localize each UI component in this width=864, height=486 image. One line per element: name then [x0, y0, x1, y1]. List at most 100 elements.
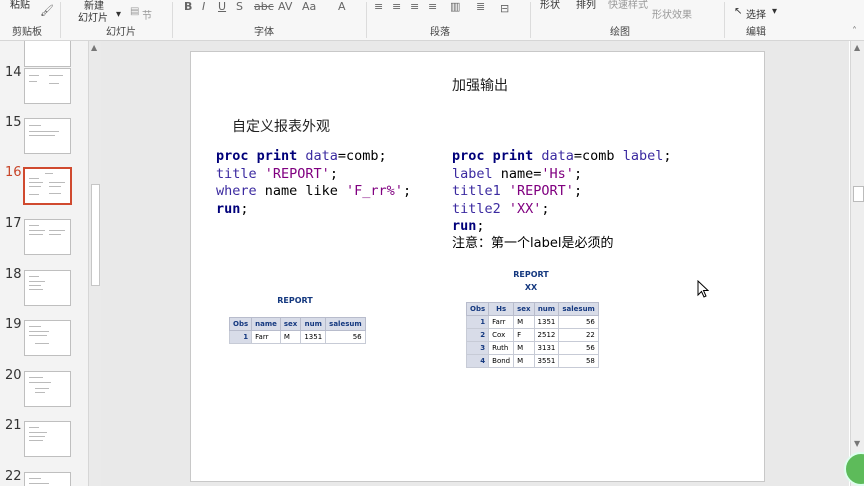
column-header: salesum — [325, 317, 366, 331]
table-cell: 56 — [558, 315, 599, 329]
italic-button[interactable]: I — [202, 0, 205, 13]
code-string: 'Hs' — [541, 165, 574, 182]
collapse-ribbon-icon[interactable]: ˄ — [852, 26, 857, 37]
column-header: Obs — [465, 302, 490, 316]
section-icon[interactable]: ▤ — [130, 6, 139, 17]
code-string: 'XX' — [508, 200, 542, 217]
code-token: =comb; — [337, 148, 387, 164]
scroll-up-icon[interactable]: ▲ — [91, 43, 97, 52]
code-token: title1 — [452, 183, 509, 199]
obs-cell: 1 — [228, 330, 253, 344]
report2-title1: REPORT — [513, 270, 549, 279]
shadow-button[interactable]: S — [236, 0, 243, 13]
column-header: num — [533, 302, 560, 316]
slide-thumbnail-14[interactable] — [24, 68, 71, 104]
code-token: ; — [541, 200, 550, 217]
slide-scrollbar[interactable]: ▲ ▼ — [850, 41, 864, 486]
code-token: label — [452, 165, 493, 182]
slide-number: 14 — [5, 65, 22, 80]
slide-thumbnail-16-active[interactable] — [23, 167, 72, 205]
table-cell: 1351 — [300, 330, 327, 344]
align-right-icon[interactable]: ≡ — [410, 0, 419, 13]
slide-thumbnail-19[interactable] — [24, 320, 71, 356]
slide-subtitle[interactable]: 自定义报表外观 — [232, 116, 330, 136]
slide-thumbnail[interactable] — [24, 41, 71, 67]
columns-icon[interactable]: ▥ — [450, 0, 460, 13]
slide-number: 19 — [5, 317, 22, 332]
slide-thumbnail-18[interactable] — [24, 270, 71, 306]
table-cell: Bond — [488, 354, 515, 368]
code-token: title — [216, 165, 265, 182]
new-slide-button[interactable]: 幻灯片 — [78, 9, 108, 24]
obs-cell: 2 — [465, 328, 490, 342]
editing-group: ↖ 选择 ▾ 编辑 — [726, 0, 806, 40]
chevron-down-icon[interactable]: ▾ — [116, 9, 121, 20]
table-row: 3 Ruth M 3131 56 — [465, 341, 599, 355]
mouse-pointer-icon — [697, 280, 709, 298]
change-case-button[interactable]: Aa — [302, 0, 316, 13]
column-header: num — [300, 317, 327, 331]
scroll-down-icon[interactable]: ▼ — [854, 439, 860, 448]
cursor-select-icon[interactable]: ↖ — [734, 6, 742, 17]
slide-note[interactable]: 注意：第一个label是必须的 — [452, 232, 613, 251]
thumbnails-scrollbar[interactable]: ▲ — [88, 41, 101, 486]
shape-effects-button[interactable]: 形状效果 — [652, 6, 692, 21]
slides-group: 新建 幻灯片 ▾ ▤ 节 幻灯片 — [62, 0, 172, 40]
arrange-button[interactable]: 排列 — [576, 0, 596, 11]
drawing-group: 形状 排列 快速样式 形状效果 绘图 — [532, 0, 722, 40]
obs-cell: 3 — [465, 341, 490, 355]
scroll-up-icon[interactable]: ▲ — [854, 43, 860, 52]
right-code-block[interactable]: proc print data=comb label; label name='… — [452, 148, 671, 236]
report2-table: Obs Hs sex num salesum 1 Farr M 1351 56 2 Cox F 2512… — [465, 302, 599, 368]
spacing-button[interactable]: AV — [278, 0, 292, 13]
code-token: ; — [663, 148, 672, 164]
quick-styles-button[interactable]: 快速样式 — [608, 0, 648, 11]
slide-thumbnail-15[interactable] — [24, 118, 71, 154]
ribbon: 粘贴 🖌 剪贴板 新建 幻灯片 ▾ ▤ 节 幻灯片 B I U S abc AV… — [0, 0, 864, 41]
table-cell: Ruth — [488, 341, 515, 355]
code-string: 'REPORT' — [264, 165, 330, 182]
code-string: 'REPORT' — [508, 183, 574, 199]
column-header: Hs — [488, 302, 515, 316]
bold-button[interactable]: B — [184, 0, 192, 13]
slide-thumbnail-17[interactable] — [24, 219, 71, 255]
scrollbar-thumb[interactable] — [853, 186, 864, 202]
chevron-down-icon[interactable]: ▾ — [772, 6, 777, 17]
font-color-button[interactable]: A — [338, 0, 346, 13]
code-token: title2 — [452, 200, 509, 217]
code-token: ; — [240, 200, 249, 217]
code-token: ; — [329, 165, 338, 182]
slide-thumbnails-pane: 14 15 16 17 18 19 20 21 22 — [0, 41, 88, 486]
paragraph-group: ≡ ≡ ≡ ≡ ▥ ≣ ⊟ 段落 — [368, 0, 528, 40]
select-button[interactable]: 选择 — [746, 6, 766, 21]
line-spacing-icon[interactable]: ≣ — [476, 0, 485, 13]
code-token: where — [216, 183, 257, 199]
code-token: ; — [573, 183, 583, 199]
text-align-icon[interactable]: ⊟ — [500, 2, 509, 15]
font-group-label: 字体 — [254, 27, 274, 38]
paste-button[interactable]: 粘贴 — [10, 0, 30, 11]
table-cell: 56 — [558, 341, 599, 355]
strikethrough-button[interactable]: abc — [254, 0, 274, 13]
format-painter-icon[interactable]: 🖌 — [40, 4, 54, 17]
justify-icon[interactable]: ≡ — [428, 0, 437, 13]
section-button[interactable]: 节 — [142, 7, 152, 22]
code-token: label — [622, 148, 664, 164]
code-token: data — [297, 148, 338, 164]
align-left-icon[interactable]: ≡ — [374, 0, 383, 13]
table-cell: Farr — [251, 330, 281, 344]
slide-thumbnail-22[interactable] — [24, 472, 71, 486]
left-code-block[interactable]: proc print data=comb; title 'REPORT'; wh… — [216, 148, 411, 218]
underline-button[interactable]: U — [218, 0, 226, 13]
obs-cell: 1 — [465, 315, 490, 329]
table-cell: 3131 — [533, 341, 560, 355]
slide-title[interactable]: 加强输出 — [452, 75, 508, 95]
slide-thumbnail-20[interactable] — [24, 371, 71, 407]
clipboard-group: 粘贴 🖌 剪贴板 — [0, 0, 58, 40]
slide-thumbnail-21[interactable] — [24, 421, 71, 457]
table-cell: M — [279, 330, 302, 344]
shapes-button[interactable]: 形状 — [540, 0, 560, 11]
scrollbar-thumb[interactable] — [91, 184, 100, 286]
align-center-icon[interactable]: ≡ — [392, 0, 401, 13]
table-cell: M — [513, 341, 535, 355]
